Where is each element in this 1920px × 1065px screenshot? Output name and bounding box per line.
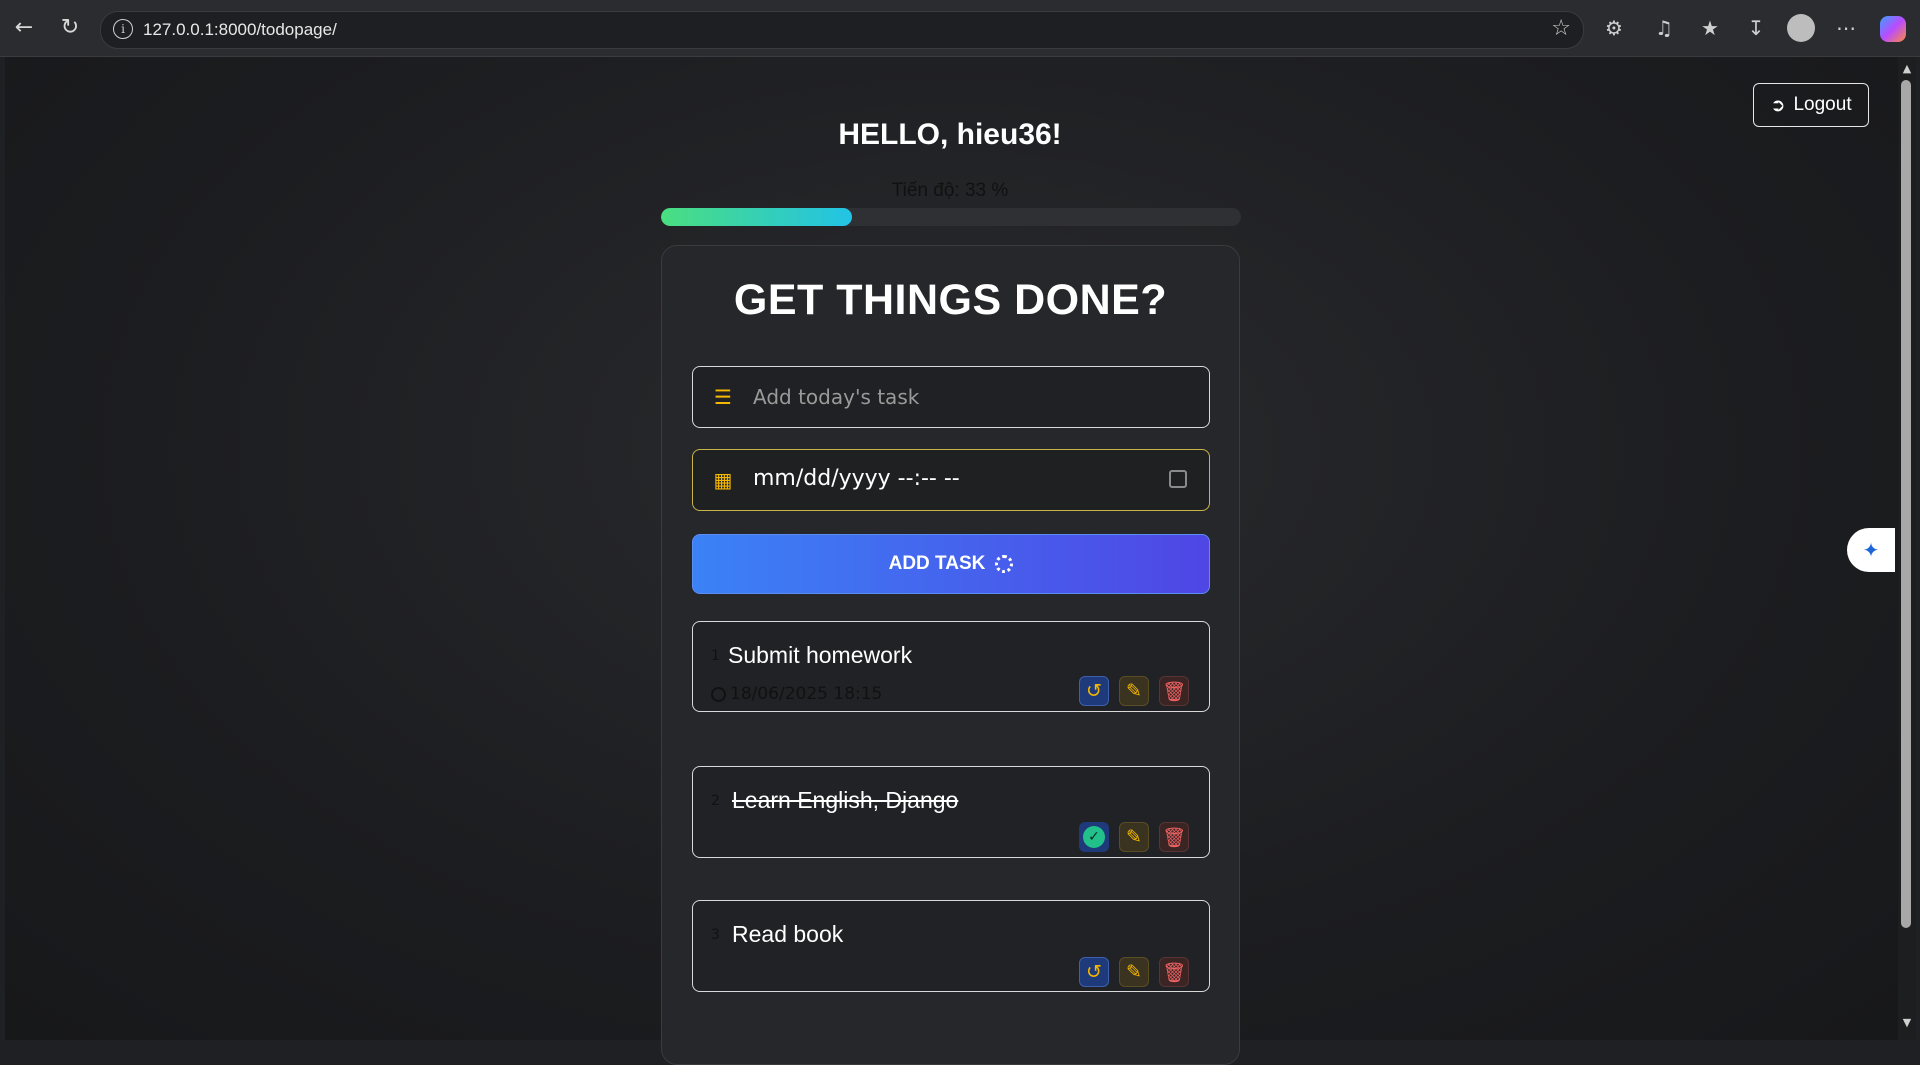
media-icon[interactable]: ♫: [1650, 14, 1678, 42]
copilot-icon[interactable]: [1880, 16, 1906, 42]
task-input[interactable]: [751, 367, 1195, 427]
task-name: Submit homework: [728, 642, 913, 668]
spinner-icon: [995, 555, 1014, 573]
browser-toolbar: ← ↻ i 127.0.0.1:8000/todopage/ ☆ ⚙ ♫ ★ ↧…: [0, 0, 1920, 57]
datetime-input-field[interactable]: ▦ mm/dd/yyyy --:-- --: [692, 449, 1210, 511]
extensions-icon[interactable]: ⚙: [1600, 14, 1628, 42]
progress-fill: [661, 208, 853, 226]
profile-avatar[interactable]: [1787, 14, 1815, 42]
task-number: 1: [711, 648, 720, 664]
favorite-star-icon[interactable]: ☆: [1551, 16, 1571, 41]
task-item: 1 Submit homework 18/06/2025 18:15 ↺ ✎ 🗑: [692, 621, 1210, 712]
task-due: 18/06/2025 18:15: [711, 684, 882, 704]
task-input-field[interactable]: ☰: [692, 366, 1210, 428]
edit-icon[interactable]: ✎: [1119, 822, 1149, 852]
task-actions: ↺ ✎ 🗑: [1079, 957, 1189, 987]
task-item: 2 Learn English, Django ✓ ✎ 🗑: [692, 766, 1210, 858]
scroll-up-icon[interactable]: ▲: [1898, 62, 1916, 78]
address-bar[interactable]: i 127.0.0.1:8000/todopage/ ☆: [100, 11, 1584, 49]
task-due-text: 18/06/2025 18:15: [730, 684, 883, 704]
logout-label: Logout: [1793, 94, 1852, 115]
list-check-icon: ☰: [714, 385, 732, 409]
url-text: 127.0.0.1:8000/todopage/: [143, 20, 337, 39]
task-name: Learn English, Django: [732, 787, 959, 813]
sidebar-assistant-icon[interactable]: ✦: [1847, 528, 1895, 572]
card-title: GET THINGS DONE?: [733, 276, 1168, 324]
task-name: Read book: [732, 921, 844, 947]
edit-icon[interactable]: ✎: [1119, 957, 1149, 987]
sign-out-icon: ➲: [1770, 94, 1786, 115]
undo-icon[interactable]: ↺: [1079, 957, 1109, 987]
calendar-icon: ▦: [713, 468, 733, 492]
trash-icon[interactable]: 🗑: [1159, 676, 1189, 706]
greeting-heading: HELLO, hieu36!: [838, 118, 1062, 151]
task-actions: ✓ ✎ 🗑: [1079, 822, 1189, 852]
todo-card: GET THINGS DONE? ☰ ▦ mm/dd/yyyy --:-- --…: [661, 245, 1240, 1065]
scrollbar-thumb[interactable]: [1901, 80, 1911, 928]
datetime-input[interactable]: mm/dd/yyyy --:-- --: [753, 466, 960, 491]
clock-icon: [711, 686, 726, 702]
undo-icon[interactable]: ↺: [1079, 676, 1109, 706]
calendar-picker-icon[interactable]: [1169, 470, 1187, 488]
favorites-icon[interactable]: ★: [1696, 14, 1724, 42]
trash-icon[interactable]: 🗑: [1159, 822, 1189, 852]
site-info-icon[interactable]: i: [113, 19, 133, 39]
complete-toggle[interactable]: ✓: [1079, 822, 1109, 852]
progress-bar: [661, 208, 1241, 226]
add-task-label: ADD TASK: [888, 553, 986, 574]
downloads-icon[interactable]: ↧: [1742, 14, 1770, 42]
add-task-button[interactable]: ADD TASK: [692, 534, 1210, 594]
reload-icon[interactable]: ↻: [54, 12, 86, 44]
back-icon[interactable]: ←: [8, 12, 40, 44]
edit-icon[interactable]: ✎: [1119, 676, 1149, 706]
task-number: 2: [711, 793, 720, 809]
progress-label: Tiến độ: 33 %: [891, 180, 1009, 201]
more-menu-icon[interactable]: ⋯: [1832, 14, 1860, 42]
scroll-down-icon[interactable]: ▼: [1898, 1016, 1916, 1032]
task-number: 3: [711, 927, 720, 943]
task-item: 3 Read book ↺ ✎ 🗑: [692, 900, 1210, 992]
check-circle-icon: ✓: [1083, 826, 1105, 848]
trash-icon[interactable]: 🗑: [1159, 957, 1189, 987]
task-actions: ↺ ✎ 🗑: [1079, 676, 1189, 706]
